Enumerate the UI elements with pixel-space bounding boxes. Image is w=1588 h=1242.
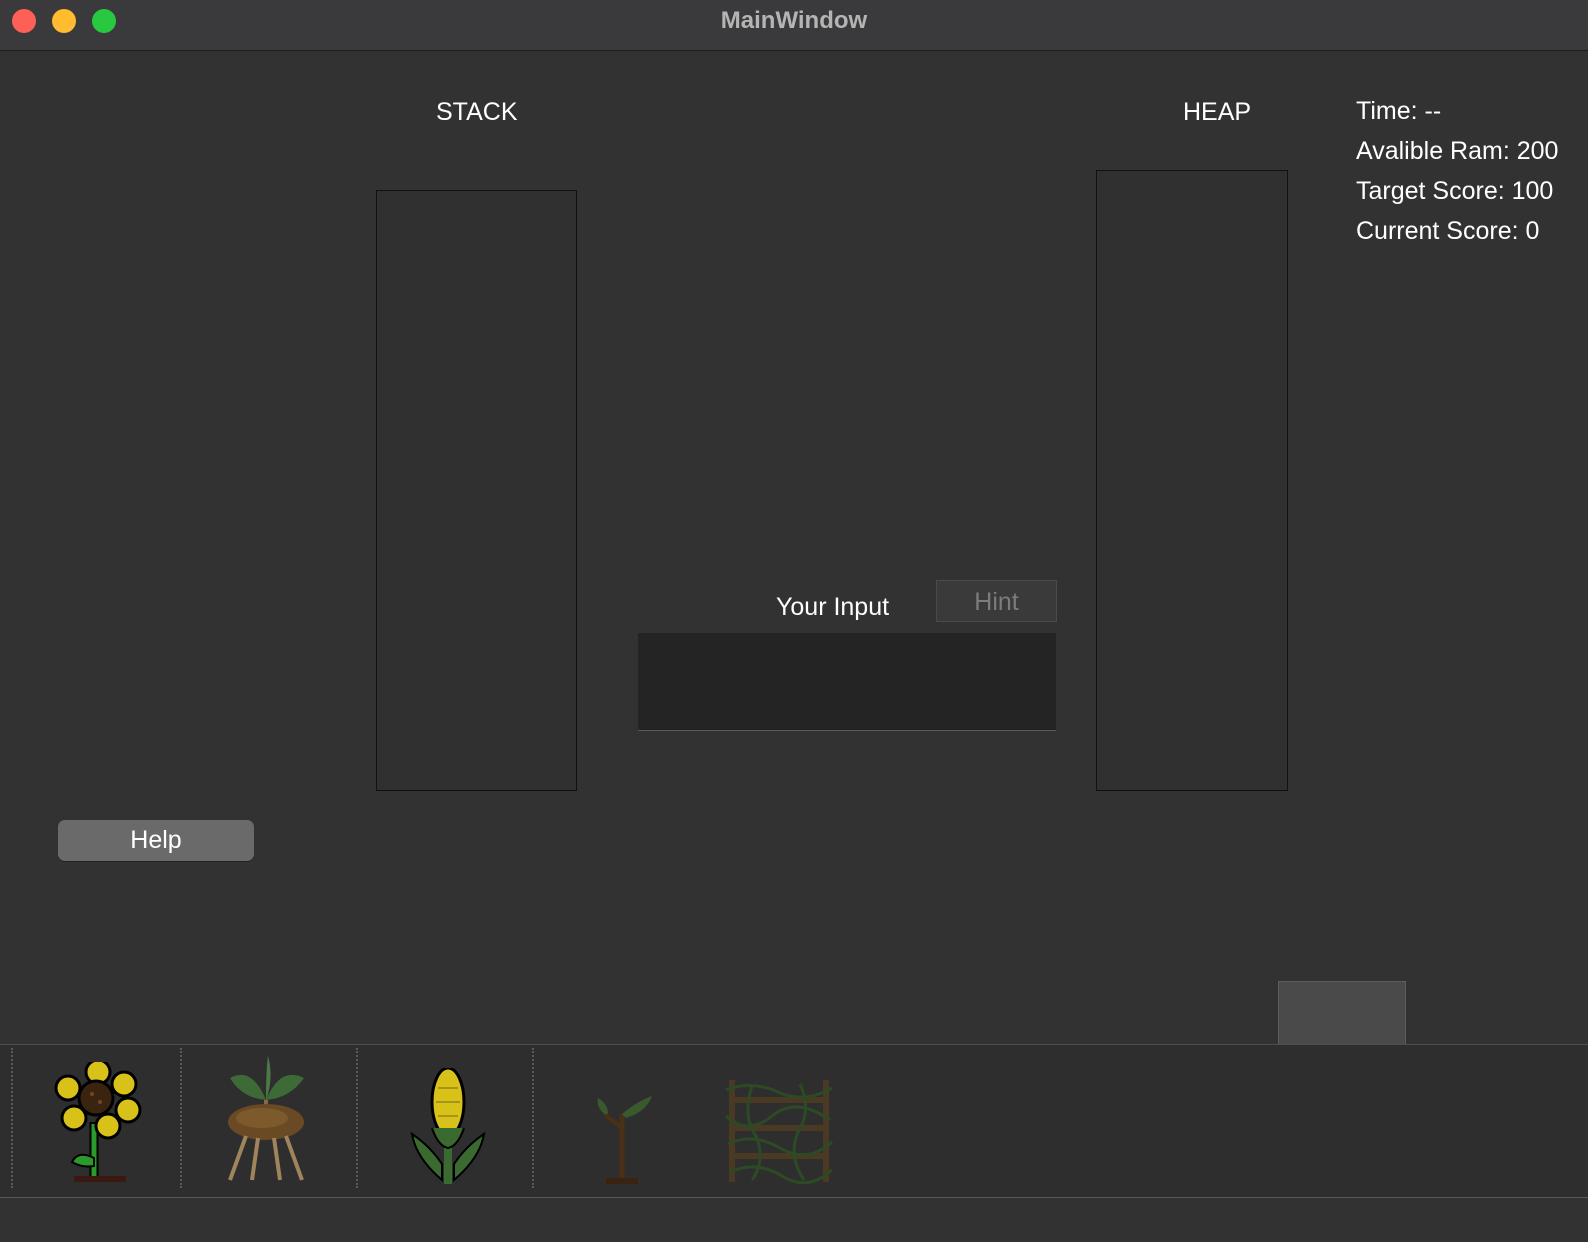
toolbar-separator — [532, 1048, 534, 1188]
target-score-readout: Target Score: 100 — [1356, 177, 1554, 205]
status-bar — [0, 1198, 1588, 1242]
hint-button[interactable]: Hint — [936, 580, 1057, 622]
drop-target-box[interactable] — [1278, 981, 1406, 1045]
sapling-icon[interactable] — [596, 1088, 656, 1184]
stack-label: STACK — [436, 98, 518, 126]
sunflower-icon[interactable] — [54, 1062, 144, 1184]
potato-icon[interactable] — [216, 1056, 316, 1186]
vine-fence-icon[interactable] — [722, 1076, 836, 1186]
window-title: MainWindow — [720, 7, 868, 34]
time-readout: Time: -- — [1356, 97, 1442, 125]
help-button[interactable]: Help — [58, 820, 254, 861]
your-input-label: Your Input — [776, 593, 890, 621]
heap-label: HEAP — [1183, 98, 1252, 126]
title-bar: MainWindow — [0, 0, 1588, 51]
corn-icon[interactable] — [408, 1068, 488, 1184]
toolbar-separator — [180, 1048, 182, 1188]
ram-readout: Avalible Ram: 200 — [1356, 137, 1559, 165]
heap-panel — [1096, 170, 1288, 791]
input-field[interactable] — [638, 633, 1056, 731]
stack-panel — [376, 190, 577, 791]
toolbar-separator — [356, 1048, 358, 1188]
toolbar-handle[interactable] — [11, 1048, 13, 1188]
current-score-readout: Current Score: 0 — [1356, 217, 1540, 245]
